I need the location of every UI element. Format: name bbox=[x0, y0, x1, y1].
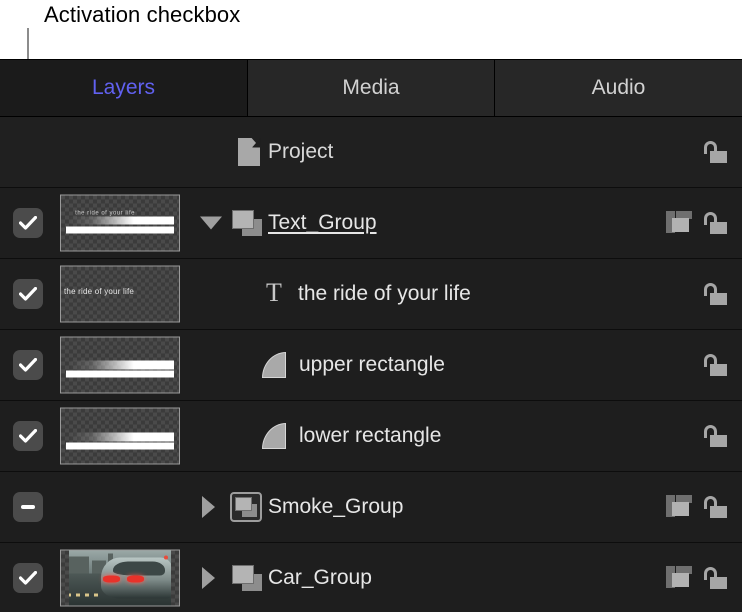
layer-name-project: Project bbox=[268, 140, 333, 164]
layer-row-car-group[interactable]: Car_Group bbox=[0, 543, 742, 612]
tab-layers[interactable]: Layers bbox=[0, 60, 248, 116]
layer-name-smoke-group[interactable]: Smoke_Group bbox=[268, 495, 403, 519]
shape-icon bbox=[262, 352, 286, 378]
layer-row-project[interactable]: Project bbox=[0, 117, 742, 188]
layer-thumbnail-upper-rectangle bbox=[60, 337, 180, 394]
layer-row-lower-rectangle[interactable]: lower rectangle bbox=[0, 401, 742, 472]
unlocked-padlock-icon[interactable] bbox=[702, 495, 728, 519]
activation-checkbox-lower-rectangle[interactable] bbox=[13, 421, 43, 451]
layer-thumbnail-text-group: the ride of your life bbox=[60, 195, 180, 252]
tab-media[interactable]: Media bbox=[248, 60, 495, 116]
panel-tab-bar: Layers Media Audio bbox=[0, 60, 742, 116]
group-icon bbox=[232, 565, 262, 591]
layer-thumbnail-lower-rectangle bbox=[60, 408, 180, 465]
layer-row-text[interactable]: the ride of your life T the ride of your… bbox=[0, 259, 742, 330]
row-right-icons-lower-rectangle bbox=[702, 424, 728, 448]
document-icon bbox=[238, 138, 260, 166]
callout-label: Activation checkbox bbox=[44, 2, 240, 28]
layer-thumbnail-text: the ride of your life bbox=[60, 266, 180, 323]
unlocked-padlock-icon[interactable] bbox=[702, 424, 728, 448]
group-icon bbox=[232, 210, 262, 236]
disclosure-triangle-collapsed-car-group[interactable] bbox=[202, 567, 215, 589]
disclosure-triangle-expanded-text-group[interactable] bbox=[200, 217, 222, 230]
activation-checkbox-upper-rectangle[interactable] bbox=[13, 350, 43, 380]
screenshot-root: Activation checkbox Layers Media Audio bbox=[0, 0, 742, 612]
row-right-icons-car-group bbox=[666, 566, 728, 590]
layer-thumbnail-car-group bbox=[60, 550, 180, 607]
thumbnail-text: the ride of your life bbox=[64, 287, 134, 296]
layers-panel: Layers Media Audio Project bbox=[0, 59, 742, 612]
collapse-group-icon[interactable] bbox=[666, 495, 692, 519]
unlocked-padlock-icon[interactable] bbox=[702, 353, 728, 377]
activation-checkbox-text-group[interactable] bbox=[13, 208, 43, 238]
row-right-icons-text bbox=[702, 282, 728, 306]
row-right-icons-smoke-group bbox=[666, 495, 728, 519]
tab-media-label: Media bbox=[342, 76, 399, 100]
text-T-icon: T bbox=[262, 281, 286, 307]
layer-row-text-group[interactable]: the ride of your life Text_Group bbox=[0, 188, 742, 259]
activation-checkbox-smoke-group[interactable] bbox=[13, 492, 43, 522]
tab-audio-label: Audio bbox=[592, 76, 646, 100]
unlocked-padlock-icon[interactable] bbox=[702, 140, 728, 164]
layer-name-lower-rectangle[interactable]: lower rectangle bbox=[299, 424, 441, 448]
layer-row-smoke-group[interactable]: Smoke_Group bbox=[0, 472, 742, 543]
row-right-icons-text-group bbox=[666, 211, 728, 235]
layer-name-car-group[interactable]: Car_Group bbox=[268, 566, 372, 590]
row-right-icons-project bbox=[702, 140, 728, 164]
layer-row-upper-rectangle[interactable]: upper rectangle bbox=[0, 330, 742, 401]
group-icon-selected bbox=[230, 492, 262, 522]
tab-audio[interactable]: Audio bbox=[495, 60, 742, 116]
layer-list: Project the ride of your life bbox=[0, 117, 742, 612]
activation-checkbox-car-group[interactable] bbox=[13, 563, 43, 593]
shape-icon bbox=[262, 423, 286, 449]
disclosure-triangle-collapsed-smoke-group[interactable] bbox=[202, 496, 215, 518]
tab-layers-label: Layers bbox=[92, 76, 155, 100]
collapse-group-icon[interactable] bbox=[666, 566, 692, 590]
activation-checkbox-text-layer[interactable] bbox=[13, 279, 43, 309]
unlocked-padlock-icon[interactable] bbox=[702, 566, 728, 590]
layer-name-text[interactable]: the ride of your life bbox=[298, 282, 471, 306]
layer-name-upper-rectangle[interactable]: upper rectangle bbox=[299, 353, 445, 377]
collapse-group-icon[interactable] bbox=[666, 211, 692, 235]
row-right-icons-upper-rectangle bbox=[702, 353, 728, 377]
layer-name-text-group[interactable]: Text_Group bbox=[268, 211, 377, 235]
unlocked-padlock-icon[interactable] bbox=[702, 211, 728, 235]
unlocked-padlock-icon[interactable] bbox=[702, 282, 728, 306]
